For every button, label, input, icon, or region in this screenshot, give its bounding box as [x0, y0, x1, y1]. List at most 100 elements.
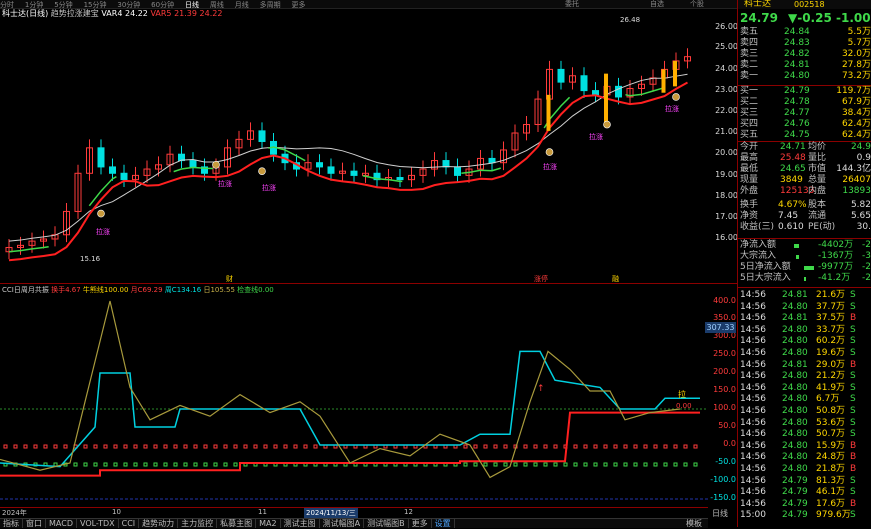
tick-price: 24.80 [782, 429, 808, 440]
tick-price: 24.80 [782, 324, 808, 335]
var4-label: VAR4 [101, 9, 123, 18]
candle-body [580, 75, 588, 92]
cci-minus50-dot [193, 462, 198, 467]
stat-value: 144.3亿 [836, 164, 871, 174]
candle-body [350, 170, 358, 176]
top-right-watchlist[interactable]: 自选 [650, 0, 664, 8]
flow-label: 大宗流入 [740, 251, 777, 261]
stat-label: 量比 [808, 153, 827, 163]
template-button[interactable]: 模板 [686, 518, 702, 529]
pull-up-bar [661, 69, 666, 93]
stat-value: 24.65 [780, 164, 806, 174]
bid-price: 24.78 [784, 97, 810, 107]
indicator-name[interactable]: 趋势拉涨建宝 [51, 9, 99, 18]
tick-volume: 17.6万 [816, 498, 846, 509]
flow-value: -4402万 [818, 240, 854, 250]
tick-volume: 50.7万 [816, 429, 846, 440]
coin-marker-icon [258, 167, 266, 175]
stat-value: 30. [856, 222, 871, 232]
cci-zero-dot [603, 444, 608, 449]
tick-price: 24.80 [782, 440, 808, 451]
cci-zero-dot [103, 444, 108, 449]
cci-zero-dot [33, 444, 38, 449]
tick-row: 14:56 24.80 41.9万 S [738, 383, 871, 394]
price-tick: 26.00 [715, 22, 738, 31]
cci-tick: 50.0 [718, 421, 736, 430]
low-price-label: 15.16 [80, 255, 101, 263]
tick-row: 14:56 24.81 37.5万 B [738, 313, 871, 324]
fundamental-stats: 换手 4.67% 股本 5.82 净资 7.45 流通 5.65 收益(三) 0.610 PE(… [738, 200, 871, 236]
tick-time: 14:56 [740, 382, 766, 393]
flow-value-2: -2 [862, 273, 871, 283]
period-tab[interactable]: 多周期 [260, 1, 281, 9]
cci-minus50-dot [513, 462, 518, 467]
cci-minus50-dot [563, 462, 568, 467]
stat-label: 现量 [740, 175, 759, 185]
tick-volume: 60.2万 [816, 336, 846, 347]
stat-label: 今开 [740, 142, 759, 152]
cci-minus50-dot [83, 462, 88, 467]
coin-marker-icon [672, 93, 680, 101]
tick-time: 14:56 [740, 406, 766, 416]
ask-price: 24.84 [784, 27, 810, 37]
stat-value: 24.9 [850, 142, 871, 152]
period-label[interactable]: 日线 [712, 508, 728, 519]
stat-label: 外盘 [740, 186, 759, 196]
cci-zero-dot [523, 444, 528, 449]
candle-body [396, 177, 404, 181]
tick-price: 24.80 [782, 452, 808, 463]
cci-zero-dot [93, 444, 98, 449]
tick-price: 24.80 [782, 336, 808, 347]
cci-minus50-dot [613, 462, 618, 467]
cci-minus50-dot [133, 462, 138, 467]
top-right-entrust[interactable]: 委托 [565, 0, 579, 8]
stat-value: 5.82 [850, 200, 871, 210]
cci-zero-dot [63, 444, 68, 449]
kline-chart[interactable] [0, 19, 708, 283]
tick-price: 24.81 [782, 359, 808, 370]
flow-bar [794, 244, 799, 248]
cci-zero-dot [263, 444, 268, 449]
cci-title[interactable]: CCI日周月共振 [2, 286, 49, 294]
ask-label: 卖四 [740, 38, 759, 48]
bid-levels: 买一 24.79 119.7万 买二 24.78 67.9万 买三 24.77 38.4万 … [738, 86, 871, 142]
cci-zero-dot [293, 444, 298, 449]
candle-body [557, 68, 565, 83]
ask-price: 24.80 [784, 71, 810, 81]
tick-volume: 50.8万 [816, 406, 846, 416]
top-right-stock[interactable]: 个股 [690, 0, 704, 8]
cci-zero-dot [583, 444, 588, 449]
period-tab[interactable]: 更多 [291, 1, 305, 9]
cci-zero-dot [623, 444, 628, 449]
tick-list[interactable]: 14:56 24.81 21.6万 S 14:56 24.80 37.7万 S 14:56 24.… [738, 290, 871, 527]
tick-row: 14:56 24.79 46.1万 S [738, 487, 871, 498]
candle-body [120, 172, 128, 181]
period-tab[interactable]: 月线 [235, 1, 249, 9]
stat-label: 内盘 [808, 186, 827, 196]
bid-label: 买一 [740, 86, 759, 96]
tick-side: S [850, 301, 856, 312]
stat-label: 总量 [808, 175, 827, 185]
date-tick: 12 [404, 508, 413, 516]
ask-volume: 5.7万 [847, 38, 871, 48]
pull-up-label: 拉涨 [96, 228, 110, 236]
ask-volume: 32.0万 [841, 49, 871, 59]
cci-minus50-dot [73, 462, 78, 467]
flow-label: 5日净流入额 [740, 262, 791, 272]
tick-volume: 21.6万 [816, 290, 846, 300]
stat-label: 股本 [808, 200, 827, 210]
cci-minus50-dot [93, 462, 98, 467]
stat-value: 5.65 [850, 211, 871, 221]
stat-label: 均价 [808, 142, 827, 152]
price-tick: 22.00 [715, 106, 738, 115]
cci-minus50-dot [143, 462, 148, 467]
cci-minus50-dot [183, 462, 188, 467]
price-tick: 18.00 [715, 191, 738, 200]
cci-zero-dot [503, 444, 508, 449]
tick-price: 24.80 [782, 394, 808, 405]
tick-volume: 53.6万 [816, 417, 846, 428]
cci-chart[interactable]: ↑ [0, 296, 708, 506]
tick-row: 14:56 24.80 19.6万 S [738, 348, 871, 359]
tick-side: B [850, 452, 857, 463]
tick-side: B [850, 498, 857, 509]
